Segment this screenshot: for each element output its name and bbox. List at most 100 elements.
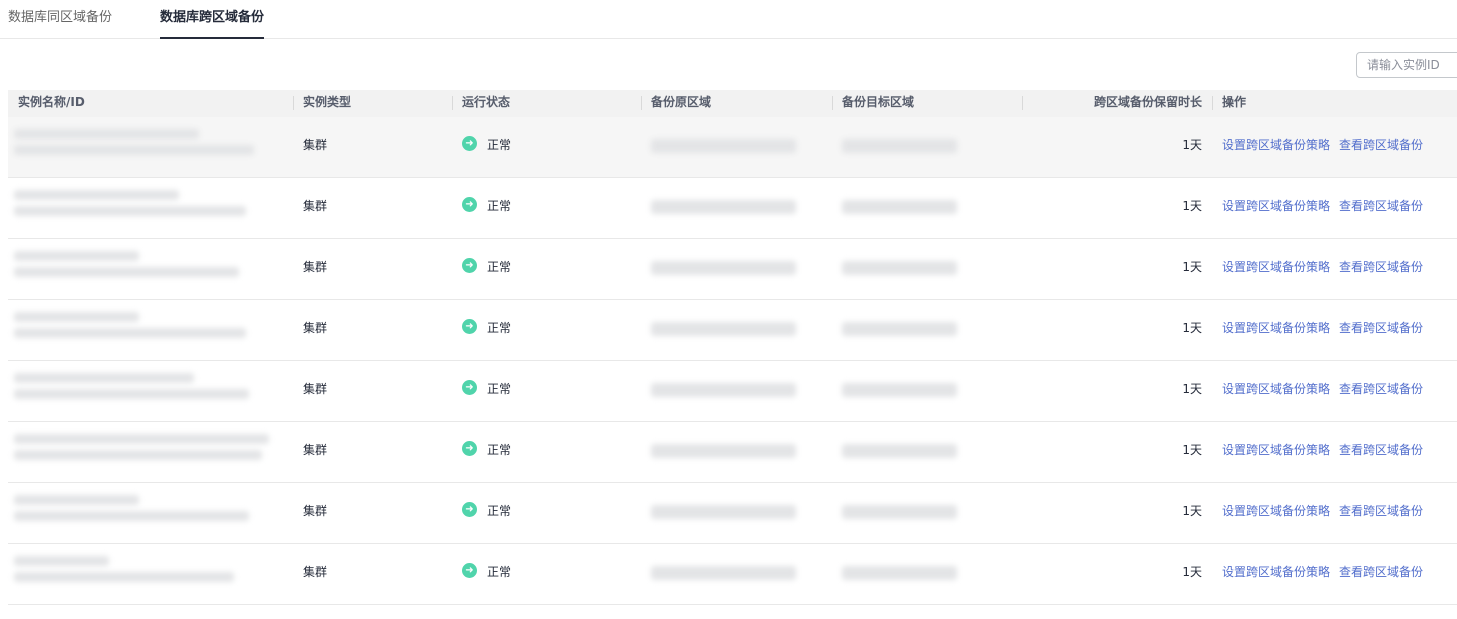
tab-bar: 数据库同区域备份 数据库跨区域备份 [0,0,1457,39]
set-cross-region-backup-policy-link[interactable]: 设置跨区域备份策略 [1222,138,1330,152]
redacted-instance-name [14,251,139,261]
view-cross-region-backup-link[interactable]: 查看跨区域备份 [1339,443,1423,457]
table-body: 集群 ➜ 正常 1天 设置跨区域备份策略 查看跨区域备份 集群 ➜ 正常 1天 设置跨… [8,117,1457,605]
instance-type: 集群 [303,260,328,274]
set-cross-region-backup-policy-link[interactable]: 设置跨区域备份策略 [1222,504,1330,518]
instance-name-id[interactable] [10,245,272,293]
status-text: 正常 [487,504,512,518]
arrow-right-circle-icon: ➜ [462,441,477,456]
table-header: 实例名称/ID 实例类型 运行状态 备份原区域 备份目标区域 跨区域备份保留时长… [8,90,1457,117]
redacted-instance-id [14,328,246,338]
instance-name-id[interactable] [10,367,272,415]
status-text: 正常 [487,321,512,335]
arrow-right-circle-icon: ➜ [462,319,477,334]
column-header-name: 实例名称/ID [18,95,85,109]
run-status: ➜ 正常 [462,300,632,360]
run-status: ➜ 正常 [462,361,632,421]
row-actions: 设置跨区域备份策略 查看跨区域备份 [1222,300,1452,360]
table-row: 集群 ➜ 正常 1天 设置跨区域备份策略 查看跨区域备份 [8,422,1457,483]
instance-name-id[interactable] [10,123,272,171]
instance-type: 集群 [303,382,328,396]
row-actions: 设置跨区域备份策略 查看跨区域备份 [1222,361,1452,421]
status-text: 正常 [487,382,512,396]
redacted-instance-id [14,450,262,460]
redacted-instance-id [14,145,254,155]
set-cross-region-backup-policy-link[interactable]: 设置跨区域备份策略 [1222,321,1330,335]
view-cross-region-backup-link[interactable]: 查看跨区域备份 [1339,260,1423,274]
column-divider [641,96,642,110]
tab-cross-region-backup[interactable]: 数据库跨区域备份 [160,10,265,39]
redacted-instance-name [14,190,179,200]
table-row: 集群 ➜ 正常 1天 设置跨区域备份策略 查看跨区域备份 [8,483,1457,544]
instance-name-id[interactable] [10,550,272,598]
instance-name-id[interactable] [10,428,272,476]
redacted-instance-name [14,556,109,566]
column-divider [1212,96,1213,110]
tab-same-region-backup[interactable]: 数据库同区域备份 [8,10,112,38]
instance-type: 集群 [303,443,328,457]
row-actions: 设置跨区域备份策略 查看跨区域备份 [1222,483,1452,543]
redacted-source-region [651,200,796,214]
instance-type: 集群 [303,138,328,152]
retention-period: 1天 [1182,260,1202,274]
view-cross-region-backup-link[interactable]: 查看跨区域备份 [1339,382,1423,396]
arrow-right-circle-icon: ➜ [462,197,477,212]
column-header-status: 运行状态 [452,90,632,117]
table-row: 集群 ➜ 正常 1天 设置跨区域备份策略 查看跨区域备份 [8,300,1457,361]
redacted-instance-id [14,267,239,277]
instance-id-search-input[interactable] [1357,53,1457,77]
redacted-target-region [842,200,957,214]
run-status: ➜ 正常 [462,483,632,543]
status-text: 正常 [487,443,512,457]
table-row: 集群 ➜ 正常 1天 设置跨区域备份策略 查看跨区域备份 [8,361,1457,422]
retention-period: 1天 [1182,504,1202,518]
redacted-source-region [651,444,796,458]
column-divider [293,96,294,110]
run-status: ➜ 正常 [462,422,632,482]
redacted-instance-name [14,129,199,139]
status-text: 正常 [487,260,512,274]
row-actions: 设置跨区域备份策略 查看跨区域备份 [1222,544,1452,604]
view-cross-region-backup-link[interactable]: 查看跨区域备份 [1339,565,1423,579]
instance-type: 集群 [303,565,328,579]
instance-type: 集群 [303,199,328,213]
set-cross-region-backup-policy-link[interactable]: 设置跨区域备份策略 [1222,443,1330,457]
instance-name-id[interactable] [10,306,272,354]
instance-type: 集群 [303,504,328,518]
redacted-instance-id [14,572,234,582]
table-row: 集群 ➜ 正常 1天 设置跨区域备份策略 查看跨区域备份 [8,544,1457,605]
retention-period: 1天 [1182,321,1202,335]
instance-name-id[interactable] [10,184,272,232]
redacted-instance-name [14,434,269,444]
search-box [1356,52,1457,78]
set-cross-region-backup-policy-link[interactable]: 设置跨区域备份策略 [1222,260,1330,274]
column-header-target-region: 备份目标区域 [832,90,1012,117]
status-text: 正常 [487,565,512,579]
column-header-source-region: 备份原区域 [641,90,821,117]
arrow-right-circle-icon: ➜ [462,563,477,578]
redacted-instance-id [14,206,246,216]
table-row: 集群 ➜ 正常 1天 设置跨区域备份策略 查看跨区域备份 [8,117,1457,178]
instance-name-id[interactable] [10,489,272,537]
view-cross-region-backup-link[interactable]: 查看跨区域备份 [1339,199,1423,213]
run-status: ➜ 正常 [462,544,632,604]
row-actions: 设置跨区域备份策略 查看跨区域备份 [1222,239,1452,299]
arrow-right-circle-icon: ➜ [462,258,477,273]
column-header-type: 实例类型 [293,90,443,117]
set-cross-region-backup-policy-link[interactable]: 设置跨区域备份策略 [1222,199,1330,213]
redacted-source-region [651,505,796,519]
redacted-target-region [842,383,957,397]
arrow-right-circle-icon: ➜ [462,502,477,517]
run-status: ➜ 正常 [462,178,632,238]
view-cross-region-backup-link[interactable]: 查看跨区域备份 [1339,138,1423,152]
retention-period: 1天 [1182,199,1202,213]
view-cross-region-backup-link[interactable]: 查看跨区域备份 [1339,504,1423,518]
redacted-source-region [651,322,796,336]
status-text: 正常 [487,138,512,152]
redacted-target-region [842,566,957,580]
view-cross-region-backup-link[interactable]: 查看跨区域备份 [1339,321,1423,335]
set-cross-region-backup-policy-link[interactable]: 设置跨区域备份策略 [1222,565,1330,579]
redacted-instance-name [14,373,194,383]
set-cross-region-backup-policy-link[interactable]: 设置跨区域备份策略 [1222,382,1330,396]
retention-period: 1天 [1182,382,1202,396]
